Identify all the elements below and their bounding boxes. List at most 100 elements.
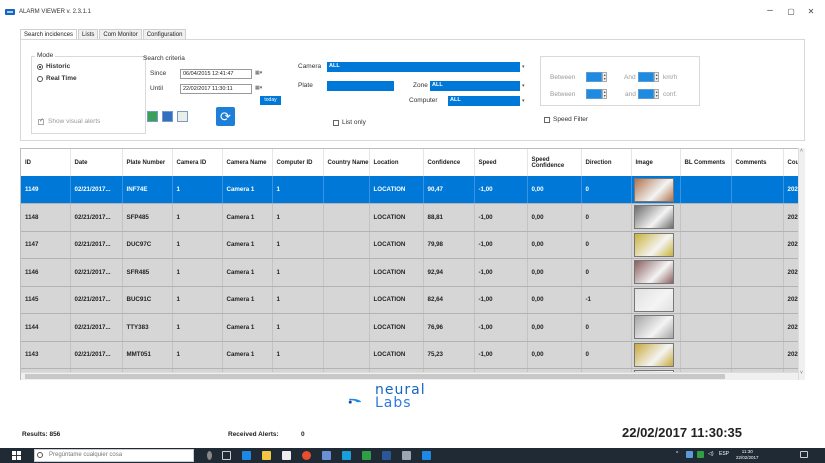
column-header-direction[interactable]: Direction [581, 149, 632, 176]
word-icon[interactable] [382, 451, 391, 460]
plate-thumbnail-image[interactable] [633, 315, 674, 340]
camera-dropdown-arrow[interactable]: ▾ [522, 64, 525, 70]
speed-max-spin-arrows[interactable]: ▲ ▼ [654, 72, 659, 82]
table-row[interactable]: 1145 02/21/2017... BUC91C 1 Camera 1 1 LOCATIO… [21, 286, 804, 314]
tab-lists[interactable]: Lists [78, 29, 99, 39]
cell-image[interactable] [631, 341, 681, 369]
cell-camera-id[interactable]: 1 [172, 341, 223, 369]
cell-id[interactable]: 1145 [21, 286, 71, 314]
scroll-up-icon[interactable]: ˄ [800, 148, 803, 154]
cell-id[interactable]: 1148 [21, 203, 71, 232]
cell-direction[interactable]: 0 [581, 231, 632, 259]
cell-bl-comments[interactable] [680, 258, 732, 287]
cell-comments[interactable] [731, 341, 784, 369]
language-indicator[interactable]: ESP [719, 451, 729, 457]
cell-image[interactable] [631, 258, 681, 287]
cell-id[interactable]: 1149 [21, 176, 71, 204]
until-date-input[interactable]: 22/02/2017 11:30:11 [180, 84, 252, 94]
close-button[interactable]: ✕ [803, 7, 819, 16]
cell-speed[interactable]: -1,00 [474, 341, 528, 369]
taskbar-search-input[interactable]: Pregúntame cualquier cosa [34, 449, 194, 462]
app-icon-2[interactable] [362, 451, 371, 460]
cell-camera-id[interactable]: 1 [172, 286, 223, 314]
tab-com-monitor[interactable]: Com Monitor [99, 29, 142, 39]
cell-direction[interactable]: 0 [581, 176, 632, 204]
cell-comments[interactable] [731, 203, 784, 232]
refresh-search-button[interactable]: ⟳ [216, 107, 235, 126]
edge-browser-icon[interactable] [242, 451, 251, 460]
cell-computer-id[interactable]: 1 [272, 176, 324, 204]
conf-min-spin-arrows[interactable]: ▲ ▼ [602, 89, 607, 99]
plate-thumbnail-image[interactable] [633, 177, 674, 202]
column-header-speed-confidence[interactable]: Speed Confidence [527, 149, 582, 176]
cell-speed-confidence[interactable]: 0,00 [527, 258, 582, 287]
cell-camera-name[interactable]: Camera 1 [222, 313, 273, 342]
cell-country-name[interactable] [323, 286, 370, 314]
cell-camera-name[interactable]: Camera 1 [222, 286, 273, 314]
cell-speed[interactable]: -1,00 [474, 313, 528, 342]
column-header-comments[interactable]: Comments [731, 149, 784, 176]
vertical-scrollbar[interactable]: ˄ ˅ [798, 148, 805, 380]
since-calendar-dropdown[interactable]: ▦▾ [255, 70, 262, 76]
cell-camera-name[interactable]: Camera 1 [222, 231, 273, 259]
excel-export-icon[interactable] [147, 111, 158, 122]
cell-bl-comments[interactable] [680, 231, 732, 259]
cell-plate-number[interactable]: TTY383 [122, 313, 173, 342]
cell-location[interactable]: LOCATION [369, 313, 424, 342]
column-header-id[interactable]: ID [21, 149, 71, 176]
cell-comments[interactable] [731, 286, 784, 314]
cell-speed[interactable]: -1,00 [474, 231, 528, 259]
app-icon-3[interactable] [402, 451, 411, 460]
cell-location[interactable]: LOCATION [369, 258, 424, 287]
plate-thumbnail-image[interactable] [633, 205, 674, 230]
cell-plate-number[interactable]: INF74E [122, 176, 173, 204]
notifications-icon[interactable] [800, 451, 808, 458]
volume-icon[interactable]: ◁) [708, 451, 714, 457]
cell-camera-id[interactable]: 1 [172, 313, 223, 342]
horizontal-scrollbar[interactable] [21, 372, 798, 380]
plate-input[interactable] [327, 81, 394, 91]
cell-id[interactable]: 1143 [21, 341, 71, 369]
skype-icon[interactable] [342, 451, 351, 460]
plate-thumbnail-image[interactable] [633, 260, 674, 285]
cell-bl-comments[interactable] [680, 176, 732, 204]
alarm-viewer-taskbar-icon[interactable] [422, 451, 431, 460]
cell-computer-id[interactable]: 1 [272, 313, 324, 342]
cell-confidence[interactable]: 75,23 [423, 341, 475, 369]
cell-country-name[interactable] [323, 341, 370, 369]
table-row[interactable]: 1144 02/21/2017... TTY383 1 Camera 1 1 LOCATIO… [21, 313, 804, 342]
tray-expand-icon[interactable]: ^ [676, 451, 678, 457]
maximize-button[interactable]: ▢ [783, 7, 799, 16]
cell-speed-confidence[interactable]: 0,00 [527, 341, 582, 369]
zone-select[interactable]: ALL [430, 81, 520, 91]
show-visual-alerts-checkbox[interactable] [38, 117, 44, 125]
column-header-location[interactable]: Location [369, 149, 424, 176]
cell-computer-id[interactable]: 1 [272, 258, 324, 287]
cell-country-name[interactable] [323, 258, 370, 287]
cell-plate-number[interactable]: SFP485 [122, 203, 173, 232]
plate-thumbnail-image[interactable] [633, 232, 674, 257]
cell-confidence[interactable]: 88,81 [423, 203, 475, 232]
cell-computer-id[interactable]: 1 [272, 203, 324, 232]
cell-comments[interactable] [731, 258, 784, 287]
task-view-icon[interactable] [222, 451, 231, 460]
camera-select[interactable]: ALL [327, 62, 520, 72]
cell-date[interactable]: 02/21/2017... [70, 341, 123, 369]
cell-camera-id[interactable]: 1 [172, 258, 223, 287]
cell-direction[interactable]: 0 [581, 203, 632, 232]
cell-confidence[interactable]: 82,64 [423, 286, 475, 314]
cell-confidence[interactable]: 79,98 [423, 231, 475, 259]
cell-date[interactable]: 02/21/2017... [70, 258, 123, 287]
cell-speed[interactable]: -1,00 [474, 258, 528, 287]
cell-camera-name[interactable]: Camera 1 [222, 176, 273, 204]
cell-location[interactable]: LOCATION [369, 176, 424, 204]
cell-confidence[interactable]: 92,94 [423, 258, 475, 287]
today-button[interactable]: today [260, 96, 281, 105]
cell-speed-confidence[interactable]: 0,00 [527, 176, 582, 204]
cell-computer-id[interactable]: 1 [272, 341, 324, 369]
image-view-icon[interactable] [177, 111, 188, 122]
cell-confidence[interactable]: 90,47 [423, 176, 475, 204]
cell-date[interactable]: 02/21/2017... [70, 203, 123, 232]
cell-date[interactable]: 02/21/2017... [70, 231, 123, 259]
cell-image[interactable] [631, 286, 681, 314]
